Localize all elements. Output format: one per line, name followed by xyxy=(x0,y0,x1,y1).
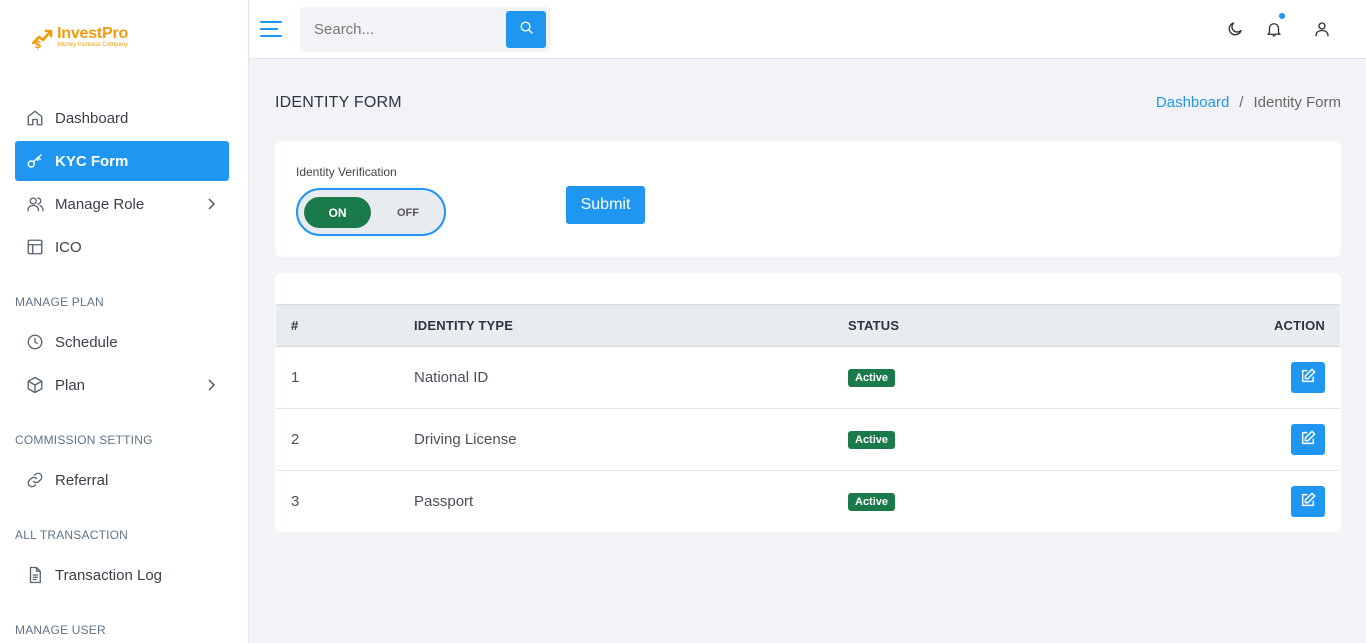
box-icon xyxy=(25,375,45,395)
breadcrumb-current: Identity Form xyxy=(1253,94,1341,111)
chevron-right-icon xyxy=(203,377,219,393)
topbar xyxy=(250,0,1366,59)
sidebar-item-label: Manage Role xyxy=(55,195,145,213)
search-input[interactable] xyxy=(300,9,500,50)
table-row: 3 Passport Active xyxy=(276,471,1340,533)
row-number: 1 xyxy=(291,369,300,386)
sidebar: $ InvestPro Money Increase Company Dashb… xyxy=(0,0,249,643)
file-text-icon xyxy=(25,565,45,585)
sidebar-item-label: Transaction Log xyxy=(55,566,163,584)
header-number: # xyxy=(291,318,299,333)
identity-types-card: # IDENTITY TYPE STATUS ACTION 1 National… xyxy=(275,273,1341,532)
table-row: 2 Driving License Active xyxy=(276,409,1340,471)
sidebar-item-schedule[interactable]: Schedule xyxy=(15,322,229,362)
edit-icon xyxy=(1300,430,1316,450)
edit-button[interactable] xyxy=(1291,486,1325,518)
submit-button[interactable]: Submit xyxy=(566,186,645,224)
sidebar-item-referral[interactable]: Referral xyxy=(15,460,229,500)
clock-icon xyxy=(25,332,45,352)
identity-verification-toggle[interactable]: ON OFF xyxy=(296,188,446,236)
header-status: STATUS xyxy=(848,318,900,333)
search-bar xyxy=(300,7,550,52)
sidebar-item-plan[interactable]: Plan xyxy=(15,365,229,405)
chevron-right-icon xyxy=(203,196,219,212)
svg-text:$: $ xyxy=(34,38,42,50)
home-icon xyxy=(25,108,45,128)
section-label-manage-plan: MANAGE PLAN xyxy=(15,295,104,309)
status-badge: Active xyxy=(848,493,896,512)
menu-icon[interactable] xyxy=(260,18,282,40)
edit-button[interactable] xyxy=(1291,424,1325,455)
breadcrumb-separator: / xyxy=(1239,94,1244,111)
identity-types-table: # IDENTITY TYPE STATUS ACTION 1 National… xyxy=(276,304,1340,532)
sidebar-item-kyc-form[interactable]: KYC Form xyxy=(15,141,229,181)
identity-verification-label: Identity Verification xyxy=(296,165,397,179)
edit-icon xyxy=(1300,368,1316,388)
edit-button[interactable] xyxy=(1291,362,1325,393)
header-identity-type: IDENTITY TYPE xyxy=(414,318,514,333)
sidebar-item-manage-role[interactable]: Manage Role xyxy=(15,184,229,224)
search-button[interactable] xyxy=(506,11,546,48)
sidebar-item-label: Plan xyxy=(55,376,86,394)
status-badge: Active xyxy=(848,369,896,387)
user-icon[interactable] xyxy=(1312,19,1332,39)
edit-icon xyxy=(1300,492,1316,512)
header-action: ACTION xyxy=(1273,318,1325,333)
identity-type: Driving License xyxy=(414,431,517,448)
link-icon xyxy=(25,470,45,490)
row-number: 3 xyxy=(291,493,300,511)
section-label-manage-user: MANAGE USER xyxy=(15,623,106,637)
row-number: 2 xyxy=(291,431,300,448)
brand-name: InvestPro xyxy=(57,25,129,42)
sidebar-item-label: ICO xyxy=(55,238,82,256)
notification-dot xyxy=(1278,12,1286,20)
sidebar-item-dashboard[interactable]: Dashboard xyxy=(15,98,229,138)
logo-icon: $ xyxy=(30,24,54,51)
table-header-row: # IDENTITY TYPE STATUS ACTION xyxy=(276,304,1340,347)
table-row: 1 National ID Active xyxy=(276,347,1340,409)
brand-logo[interactable]: $ InvestPro Money Increase Company xyxy=(30,24,129,51)
sidebar-item-label: Schedule xyxy=(55,333,118,351)
search-icon xyxy=(519,20,534,40)
sidebar-item-label: Dashboard xyxy=(55,109,129,127)
moon-icon[interactable] xyxy=(1225,19,1245,39)
brand-tagline: Money Increase Company xyxy=(58,42,129,48)
sidebar-item-transaction-log[interactable]: Transaction Log xyxy=(15,555,229,595)
status-badge: Active xyxy=(848,431,896,449)
users-icon xyxy=(25,194,45,214)
section-label-commission-setting: COMMISSION SETTING xyxy=(15,433,153,447)
breadcrumb: Dashboard / Identity Form xyxy=(1156,94,1341,111)
sidebar-item-label: KYC Form xyxy=(55,152,129,170)
page-title: IDENTITY FORM xyxy=(275,94,402,111)
toggle-on-label: ON xyxy=(304,197,371,228)
identity-verification-card: Identity Verification ON OFF Submit xyxy=(275,141,1341,257)
layout-icon xyxy=(25,237,45,257)
bell-icon[interactable] xyxy=(1264,12,1286,39)
section-label-all-transaction: ALL TRANSACTION xyxy=(15,528,129,542)
key-icon xyxy=(25,151,45,171)
sidebar-item-ico[interactable]: ICO xyxy=(15,227,229,267)
identity-type: National ID xyxy=(414,369,489,386)
identity-type: Passport xyxy=(414,493,474,511)
breadcrumb-home-link[interactable]: Dashboard xyxy=(1156,94,1229,111)
sidebar-item-label: Referral xyxy=(55,471,109,489)
toggle-off-label: OFF xyxy=(397,206,419,219)
